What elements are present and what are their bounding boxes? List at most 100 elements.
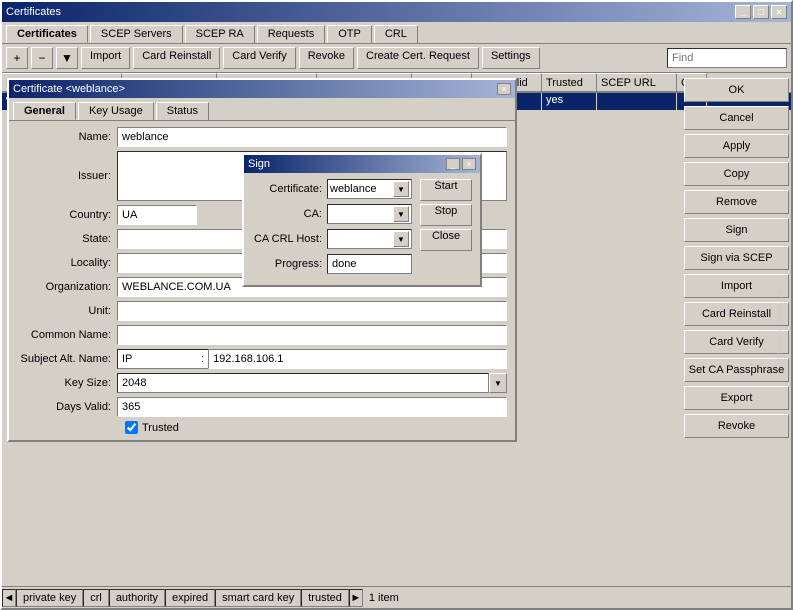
cert-dialog-close[interactable]: ×	[497, 83, 511, 95]
status-trusted: trusted	[301, 589, 349, 607]
tab-requests[interactable]: Requests	[257, 25, 325, 43]
cert-dialog-title: Certificate <weblance> ×	[9, 80, 515, 98]
remove-button[interactable]: −	[31, 47, 53, 69]
unit-row: Unit:	[17, 301, 507, 321]
remove-cert-button[interactable]: Remove	[684, 190, 789, 214]
minimize-button[interactable]: _	[735, 5, 751, 19]
cell-trusted: yes	[542, 93, 597, 110]
tab-otp[interactable]: OTP	[327, 25, 372, 43]
status-bar: ◄ private key crl authority expired smar…	[2, 586, 791, 608]
card-reinstall-cert-button[interactable]: Card Reinstall	[684, 302, 789, 326]
common-name-input[interactable]	[117, 325, 507, 345]
tab-scep-servers[interactable]: SCEP Servers	[90, 25, 183, 43]
status-authority: authority	[109, 589, 165, 607]
cert-tab-key-usage[interactable]: Key Usage	[78, 102, 154, 120]
subject-alt-type-select[interactable]: ▼	[117, 349, 197, 369]
sign-progress-row: Progress:	[252, 254, 416, 274]
create-cert-button[interactable]: Create Cert. Request	[357, 47, 479, 69]
tab-scep-ra[interactable]: SCEP RA	[185, 25, 255, 43]
key-size-select[interactable]: ▼	[117, 373, 507, 393]
sign-cert-value: weblance	[330, 183, 376, 195]
ok-button[interactable]: OK	[684, 78, 789, 102]
filter-button[interactable]: ▼	[56, 47, 78, 69]
days-valid-label: Days Valid:	[17, 401, 117, 413]
country-input[interactable]	[117, 205, 197, 225]
cancel-button[interactable]: Cancel	[684, 106, 789, 130]
country-label: Country:	[17, 209, 117, 221]
unit-label: Unit:	[17, 305, 117, 317]
trusted-row: Trusted	[125, 421, 507, 434]
title-bar-buttons: _ □ ×	[735, 5, 787, 19]
sign-crl-select[interactable]: ▼	[327, 229, 412, 249]
sign-buttons: Start Stop Close	[420, 179, 472, 279]
card-reinstall-button[interactable]: Card Reinstall	[133, 47, 220, 69]
tab-certificates[interactable]: Certificates	[6, 25, 88, 43]
name-input[interactable]	[117, 127, 507, 147]
key-size-input[interactable]	[117, 373, 489, 393]
sign-progress-label: Progress:	[252, 258, 327, 270]
sign-close-button[interactable]: Close	[420, 229, 472, 251]
copy-button[interactable]: Copy	[684, 162, 789, 186]
subject-alt-colon: :	[201, 353, 204, 365]
card-verify-cert-button[interactable]: Card Verify	[684, 330, 789, 354]
cert-tab-general[interactable]: General	[13, 102, 76, 120]
import-button[interactable]: Import	[81, 47, 130, 69]
col-scep-url[interactable]: SCEP URL	[597, 73, 677, 92]
sign-crl-arrow[interactable]: ▼	[393, 231, 409, 247]
unit-input[interactable]	[117, 301, 507, 321]
sign-crl-row: CA CRL Host: ▼	[252, 229, 416, 249]
status-scroll-right[interactable]: ►	[349, 589, 363, 607]
subject-alt-value-input[interactable]	[208, 349, 507, 369]
status-scroll-left[interactable]: ◄	[2, 589, 16, 607]
key-size-arrow[interactable]: ▼	[489, 373, 507, 393]
col-trusted[interactable]: Trusted	[542, 73, 597, 92]
status-expired: expired	[165, 589, 215, 607]
cert-dialog-tabs: General Key Usage Status	[9, 98, 515, 121]
status-count: 1 item	[363, 591, 405, 605]
sign-ca-label: CA:	[252, 208, 327, 220]
sign-start-button[interactable]: Start	[420, 179, 472, 201]
name-label: Name:	[17, 131, 117, 143]
cell-scep-url	[597, 93, 677, 110]
status-crl: crl	[83, 589, 109, 607]
revoke-cert-button[interactable]: Revoke	[684, 414, 789, 438]
export-button[interactable]: Export	[684, 386, 789, 410]
sign-button[interactable]: Sign	[684, 218, 789, 242]
apply-button[interactable]: Apply	[684, 134, 789, 158]
sign-ca-arrow[interactable]: ▼	[393, 206, 409, 222]
sign-dialog-title: Sign _ ×	[244, 155, 480, 173]
sign-dialog-minimize[interactable]: _	[446, 158, 460, 170]
key-size-label: Key Size:	[17, 377, 117, 389]
sign-ca-row: CA: ▼	[252, 204, 416, 224]
tab-crl[interactable]: CRL	[374, 25, 418, 43]
set-ca-passphrase-button[interactable]: Set CA Passphrase	[684, 358, 789, 382]
add-button[interactable]: +	[6, 47, 28, 69]
sign-dialog-close[interactable]: ×	[462, 158, 476, 170]
close-button[interactable]: ×	[771, 5, 787, 19]
sign-dialog-body: Certificate: weblance ▼ CA: ▼	[244, 173, 480, 285]
cert-tab-status[interactable]: Status	[156, 102, 209, 120]
sign-cert-arrow[interactable]: ▼	[393, 181, 409, 197]
sign-fields: Certificate: weblance ▼ CA: ▼	[252, 179, 416, 279]
find-input[interactable]	[667, 48, 787, 68]
card-verify-button[interactable]: Card Verify	[223, 47, 295, 69]
toolbar: + − ▼ Import Card Reinstall Card Verify …	[2, 44, 791, 73]
trusted-checkbox[interactable]	[125, 421, 138, 434]
sign-ca-select[interactable]: ▼	[327, 204, 412, 224]
subject-alt-row: Subject Alt. Name: ▼ :	[17, 349, 507, 369]
sign-cert-select[interactable]: weblance ▼	[327, 179, 412, 199]
sign-stop-button[interactable]: Stop	[420, 204, 472, 226]
sign-dialog-title-text: Sign	[248, 158, 270, 170]
title-bar: Certificates _ □ ×	[2, 2, 791, 22]
content-area: Name Issuer Common Name Subject Alt. N..…	[2, 73, 791, 586]
status-smart-card-key: smart card key	[215, 589, 301, 607]
maximize-button[interactable]: □	[753, 5, 769, 19]
main-window: Certificates _ □ × Certificates SCEP Ser…	[0, 0, 793, 610]
settings-button[interactable]: Settings	[482, 47, 540, 69]
import-cert-button[interactable]: Import	[684, 274, 789, 298]
days-valid-input[interactable]	[117, 397, 507, 417]
sign-crl-label: CA CRL Host:	[252, 233, 327, 245]
sign-via-scep-button[interactable]: Sign via SCEP	[684, 246, 789, 270]
status-private-key: private key	[16, 589, 83, 607]
revoke-button[interactable]: Revoke	[299, 47, 354, 69]
